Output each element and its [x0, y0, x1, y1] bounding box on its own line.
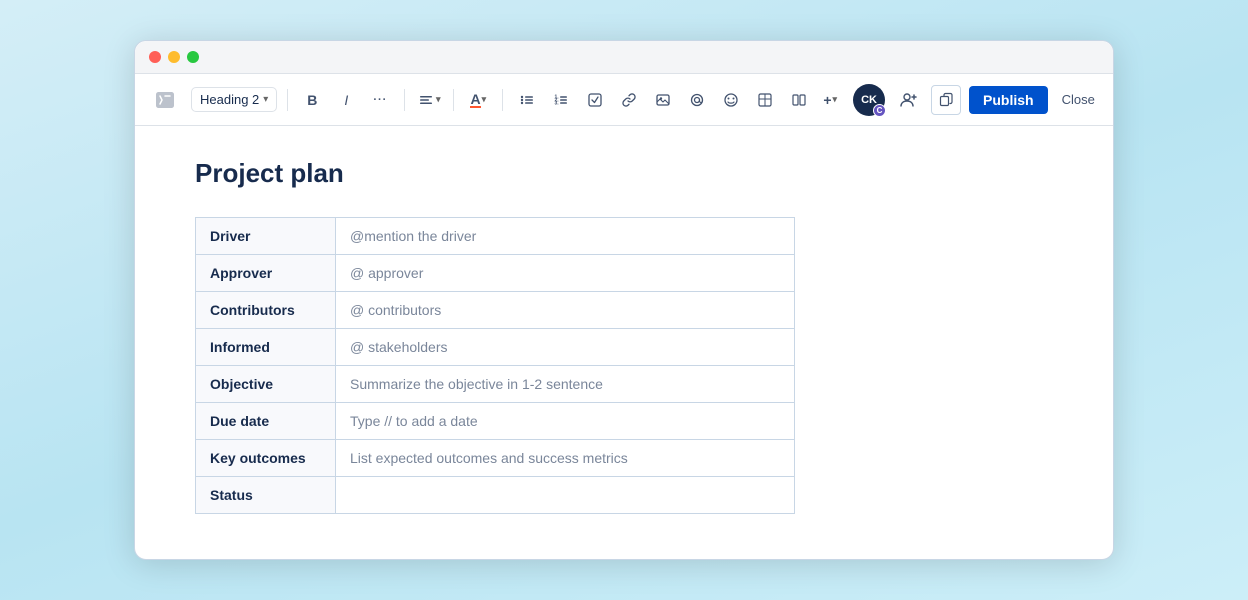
- heading-selector[interactable]: Heading 2 ▾: [191, 87, 277, 112]
- numbered-list-button[interactable]: 1. 2. 3.: [547, 86, 575, 114]
- divider-4: [502, 89, 503, 111]
- table-value-cell[interactable]: @mention the driver: [336, 218, 795, 255]
- table-button[interactable]: [751, 86, 779, 114]
- table-icon: [757, 92, 773, 108]
- table-row: Status: [196, 477, 795, 514]
- close-traffic-light[interactable]: [149, 51, 161, 63]
- table-label-cell: Informed: [196, 329, 336, 366]
- chevron-down-icon: ▾: [263, 94, 268, 105]
- columns-icon: [791, 92, 807, 108]
- table-label-cell: Objective: [196, 366, 336, 403]
- numbered-list-icon: 1. 2. 3.: [553, 92, 569, 108]
- table-label-cell: Status: [196, 477, 336, 514]
- table-row: Driver@mention the driver: [196, 218, 795, 255]
- title-bar: [135, 41, 1113, 74]
- link-icon: [621, 92, 637, 108]
- align-button[interactable]: ▾: [415, 86, 443, 114]
- task-icon: [587, 92, 603, 108]
- table-label-cell: Approver: [196, 255, 336, 292]
- svg-text:3.: 3.: [555, 100, 560, 106]
- align-chevron-icon: ▾: [436, 94, 441, 105]
- emoji-icon: [723, 92, 739, 108]
- minimize-traffic-light[interactable]: [168, 51, 180, 63]
- table-row: Contributors@ contributors: [196, 292, 795, 329]
- project-info-table: Driver@mention the driverApprover@ appro…: [195, 217, 795, 514]
- avatar-badge: C: [873, 104, 886, 117]
- app-logo: [151, 86, 179, 114]
- copy-link-button[interactable]: [931, 85, 961, 115]
- table-row: ObjectiveSummarize the objective in 1-2 …: [196, 366, 795, 403]
- mention-icon: [689, 92, 705, 108]
- color-chevron-icon: ▾: [482, 94, 487, 105]
- bullet-list-icon: [519, 92, 535, 108]
- emoji-button[interactable]: [717, 86, 745, 114]
- table-value-cell[interactable]: Type // to add a date: [336, 403, 795, 440]
- close-button[interactable]: Close: [1056, 88, 1101, 111]
- link-button[interactable]: [615, 86, 643, 114]
- image-icon: [655, 92, 671, 108]
- align-icon: [418, 92, 434, 108]
- table-value-cell[interactable]: Summarize the objective in 1-2 sentence: [336, 366, 795, 403]
- insert-button[interactable]: + ▾: [819, 86, 841, 114]
- table-label-cell: Driver: [196, 218, 336, 255]
- user-avatar: CK C: [853, 84, 885, 116]
- table-row: Approver@ approver: [196, 255, 795, 292]
- add-person-icon: [899, 91, 917, 109]
- publish-button[interactable]: Publish: [969, 86, 1048, 114]
- bold-button[interactable]: B: [298, 86, 326, 114]
- more-format-button[interactable]: ···: [366, 86, 394, 114]
- insert-chevron-icon: ▾: [833, 94, 838, 105]
- divider-1: [287, 89, 288, 111]
- heading-selector-label: Heading 2: [200, 92, 259, 107]
- add-collaborator-button[interactable]: [893, 85, 923, 115]
- editor-content[interactable]: Project plan Driver@mention the driverAp…: [135, 126, 1113, 559]
- table-row: Due dateType // to add a date: [196, 403, 795, 440]
- image-button[interactable]: [649, 86, 677, 114]
- maximize-traffic-light[interactable]: [187, 51, 199, 63]
- text-color-icon: A: [470, 92, 480, 108]
- table-value-cell[interactable]: @ stakeholders: [336, 329, 795, 366]
- table-value-cell[interactable]: @ approver: [336, 255, 795, 292]
- copy-link-icon: [939, 92, 954, 107]
- divider-2: [404, 89, 405, 111]
- bullet-list-button[interactable]: [513, 86, 541, 114]
- table-label-cell: Key outcomes: [196, 440, 336, 477]
- mention-button[interactable]: [683, 86, 711, 114]
- italic-button[interactable]: I: [332, 86, 360, 114]
- insert-plus-icon: +: [823, 92, 831, 108]
- toolbar-right: CK C Publish: [853, 84, 1114, 116]
- table-row: Informed@ stakeholders: [196, 329, 795, 366]
- text-color-button[interactable]: A ▾: [464, 86, 492, 114]
- toolbar: Heading 2 ▾ B I ··· ▾ A: [135, 74, 1113, 126]
- table-label-cell: Contributors: [196, 292, 336, 329]
- table-label-cell: Due date: [196, 403, 336, 440]
- table-value-cell[interactable]: List expected outcomes and success metri…: [336, 440, 795, 477]
- editor-window: Heading 2 ▾ B I ··· ▾ A: [134, 40, 1114, 560]
- page-title: Project plan: [195, 158, 1053, 189]
- columns-button[interactable]: [785, 86, 813, 114]
- more-options-button[interactable]: ···: [1109, 88, 1114, 111]
- table-row: Key outcomesList expected outcomes and s…: [196, 440, 795, 477]
- table-value-cell[interactable]: [336, 477, 795, 514]
- divider-3: [453, 89, 454, 111]
- task-button[interactable]: [581, 86, 609, 114]
- table-value-cell[interactable]: @ contributors: [336, 292, 795, 329]
